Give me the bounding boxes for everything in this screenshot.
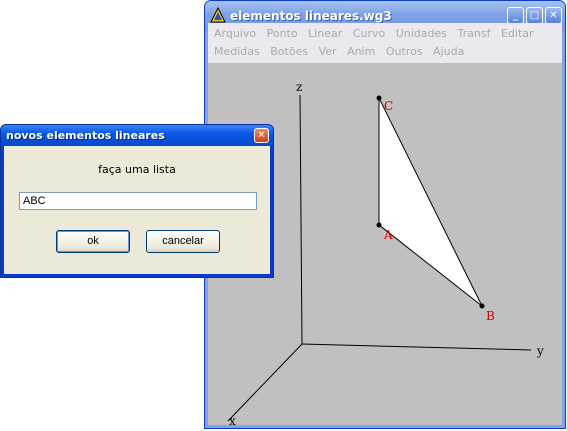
menu-editar[interactable]: Editar <box>501 27 534 40</box>
menu-outros[interactable]: Outros <box>386 45 423 58</box>
dialog-prompt: faça uma lista <box>98 163 176 176</box>
minimize-icon: _ <box>513 10 518 21</box>
label-b: B <box>486 309 495 323</box>
menu-transf[interactable]: Transf <box>458 27 491 40</box>
dialog-titlebar[interactable]: novos elementos lineares ✕ <box>1 125 273 146</box>
menubar: Arquivo Ponto Linear Curvo Unidades Tran… <box>208 23 562 63</box>
menu-arquivo[interactable]: Arquivo <box>214 27 256 40</box>
point-a[interactable] <box>376 222 382 228</box>
list-input[interactable] <box>19 192 257 210</box>
menu-botoes[interactable]: Botões <box>270 45 308 58</box>
menu-linear[interactable]: Linear <box>308 27 342 40</box>
menu-ponto[interactable]: Ponto <box>267 27 298 40</box>
ok-button[interactable]: ok <box>56 230 130 253</box>
x-axis <box>227 343 303 422</box>
close-icon: ✕ <box>257 130 266 141</box>
menu-row-2: Medidas Botões Ver Anim Outros Ajuda <box>214 45 471 63</box>
y-axis-label: y <box>536 344 544 358</box>
window-title: elementos lineares.wg3 <box>230 9 392 23</box>
menu-ajuda[interactable]: Ajuda <box>433 45 464 58</box>
dialog-close-button[interactable]: ✕ <box>254 128 269 143</box>
close-button[interactable]: ✕ <box>545 7 562 24</box>
z-axis-label: z <box>296 80 302 94</box>
menu-unidades[interactable]: Unidades <box>396 27 447 40</box>
close-icon: ✕ <box>549 10 558 21</box>
maximize-icon: □ <box>529 10 540 21</box>
geometry-triangle-icon <box>210 7 226 23</box>
dialog-title: novos elementos lineares <box>6 129 165 142</box>
x-axis-label: x <box>229 414 236 427</box>
new-linear-elements-dialog: novos elementos lineares ✕ faça uma list… <box>0 124 274 278</box>
menu-curvo[interactable]: Curvo <box>353 27 385 40</box>
menu-anim[interactable]: Anim <box>347 45 375 58</box>
menu-medidas[interactable]: Medidas <box>214 45 260 58</box>
point-c[interactable] <box>376 95 382 101</box>
dialog-body: faça uma lista ok cancelar <box>4 146 270 274</box>
minimize-button[interactable]: _ <box>507 7 524 24</box>
label-c: C <box>384 99 393 113</box>
z-axis <box>299 94 303 345</box>
maximize-button[interactable]: □ <box>526 7 543 24</box>
point-b[interactable] <box>479 303 485 309</box>
triangle-abc[interactable] <box>378 97 483 307</box>
cancel-button[interactable]: cancelar <box>146 230 220 253</box>
menu-row-1: Arquivo Ponto Linear Curvo Unidades Tran… <box>214 27 541 45</box>
label-a: A <box>383 228 393 242</box>
menu-ver[interactable]: Ver <box>319 45 337 58</box>
y-axis <box>301 343 532 351</box>
